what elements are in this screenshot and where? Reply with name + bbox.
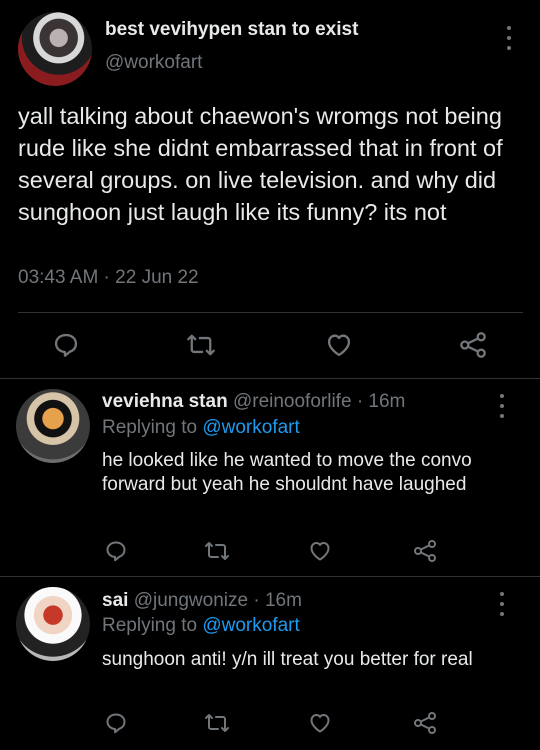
more-icon[interactable] — [493, 590, 511, 618]
handle[interactable]: @jungwonize — [134, 590, 248, 611]
retweet-icon[interactable] — [204, 711, 230, 735]
handle[interactable]: @reinooforlife — [233, 391, 352, 412]
retweet-icon[interactable] — [204, 539, 230, 563]
like-icon[interactable] — [308, 539, 332, 563]
divider — [18, 312, 523, 313]
avatar[interactable] — [16, 389, 90, 463]
retweet-icon[interactable] — [186, 331, 216, 359]
divider — [0, 576, 540, 577]
like-icon[interactable] — [308, 711, 332, 735]
display-name[interactable]: best vevihypen stan to exist — [105, 19, 358, 41]
reply-time[interactable]: · 16m — [253, 590, 302, 611]
reply-icon[interactable] — [104, 539, 128, 563]
replying-to-label: Replying to — [102, 615, 203, 636]
divider — [0, 378, 540, 379]
reply-time[interactable]: · 16m — [357, 391, 406, 412]
avatar[interactable] — [18, 12, 92, 86]
reply-text: he looked like he wanted to move the con… — [102, 450, 472, 495]
replying-to-link[interactable]: @workofart — [202, 417, 299, 438]
display-name[interactable]: sai — [102, 590, 128, 611]
reply-header: sai @jungwonize · 16m — [102, 589, 302, 613]
replying-to: Replying to @workofart — [102, 614, 300, 638]
share-icon[interactable] — [458, 331, 488, 359]
display-name[interactable]: veviehna stan — [102, 391, 228, 412]
tweet-text: yall talking about chaewon's wromgs not … — [18, 103, 503, 225]
avatar[interactable] — [16, 587, 90, 661]
reply-header: veviehna stan @reinooforlife · 16m — [102, 390, 405, 414]
reply-icon[interactable] — [104, 711, 128, 735]
replying-to-link[interactable]: @workofart — [202, 615, 299, 636]
more-icon[interactable] — [500, 24, 518, 52]
share-icon[interactable] — [412, 539, 438, 563]
replying-to: Replying to @workofart — [102, 416, 300, 440]
timestamp[interactable]: 03:43 AM · 22 Jun 22 — [18, 267, 199, 289]
handle[interactable]: @workofart — [105, 52, 202, 74]
reply-text: sunghoon anti! y/n ill treat you better … — [102, 649, 473, 670]
more-icon[interactable] — [493, 392, 511, 420]
reply-icon[interactable] — [52, 331, 80, 359]
main-tweet: best vevihypen stan to exist @workofart … — [0, 0, 540, 378]
like-icon[interactable] — [325, 331, 353, 359]
replying-to-label: Replying to — [102, 417, 203, 438]
share-icon[interactable] — [412, 711, 438, 735]
